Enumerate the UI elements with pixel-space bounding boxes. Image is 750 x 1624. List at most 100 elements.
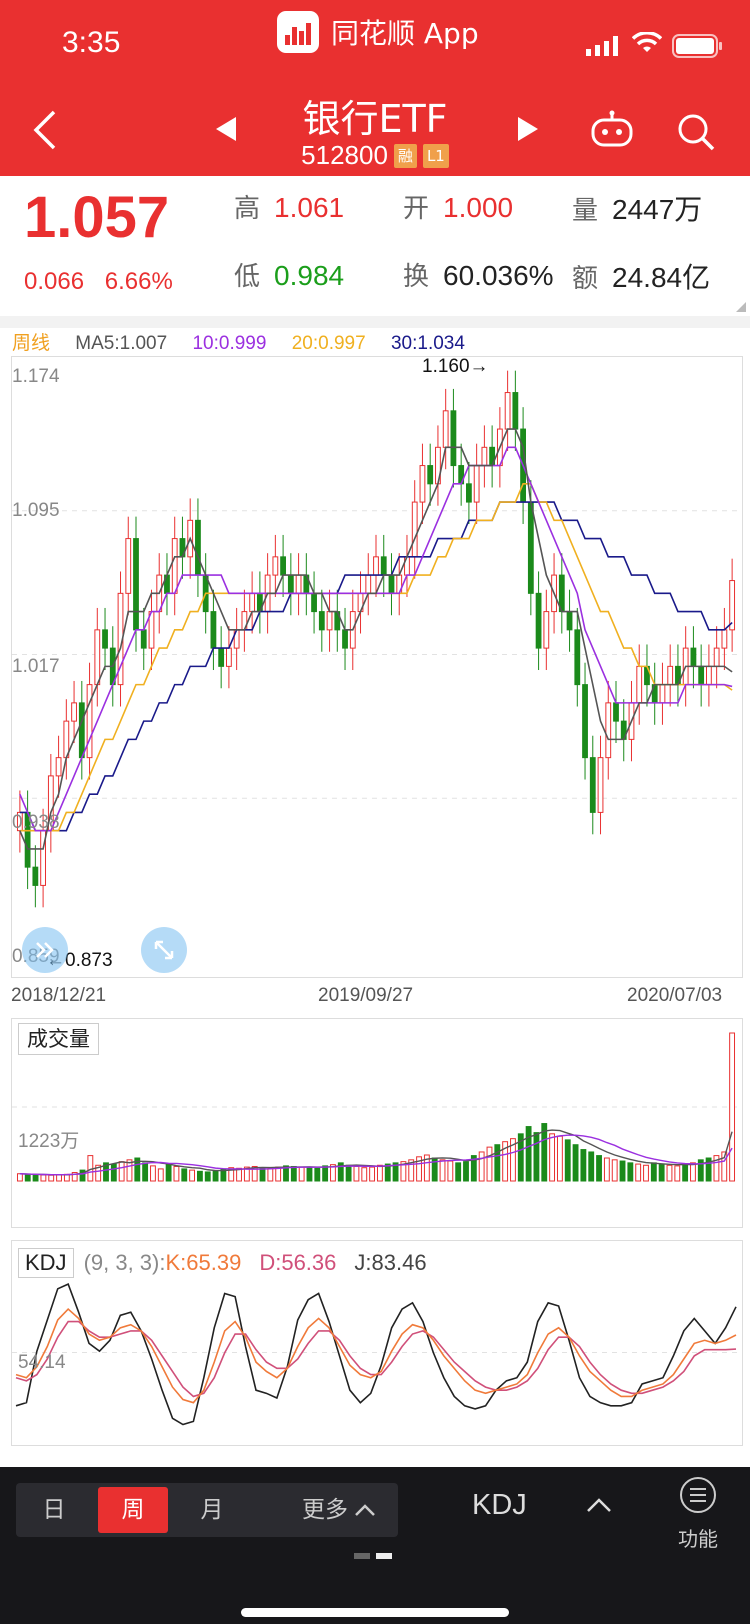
x-tick-start: 2018/12/21 [11,985,107,1006]
candle-body [71,702,77,722]
candle-body [706,665,712,686]
ma10-line [19,446,733,832]
change-value: 0.066 [24,268,85,295]
candle-body [442,410,449,448]
x-tick-mid: 2019/09/27 [318,985,414,1006]
kdj-d-line [15,1320,737,1398]
period-week-tab[interactable]: 周 [98,1487,168,1533]
volume-label: 量 [572,196,599,226]
volume-bar [118,1161,125,1182]
volume-bar [478,1151,485,1182]
volume-chart[interactable] [11,1018,743,1228]
y-tick-4: 0.938 [12,812,60,833]
kline-svg [12,370,742,908]
level-tag: L1 [422,143,449,168]
low-field: 低 0.984 [234,256,344,293]
kdj-params: (9, 3, 3): [83,1250,166,1275]
volume-bar [110,1163,117,1182]
volume-bar [580,1149,587,1182]
candle-body [32,866,39,886]
volume-bar [564,1139,571,1182]
kdj-k-label: K:65.39 [165,1250,242,1275]
volume-bar [150,1165,156,1182]
next-stock-icon[interactable] [516,116,540,142]
candle-body [589,757,596,813]
x-tick-end: 2020/07/03 [627,985,723,1006]
app-logo-icon [277,11,319,53]
volume-bar [48,1174,55,1182]
candle-body [365,574,372,594]
menu-circle-icon [680,1477,716,1513]
candle-body [218,647,225,667]
kdj-title[interactable]: KDJ [18,1248,74,1278]
volume-bar [486,1146,493,1182]
volume-bar [619,1160,626,1182]
volume-bar [729,1032,736,1182]
candle-body [698,665,705,686]
candle-body [597,757,604,813]
volume-bar [572,1144,579,1182]
volume-bar [361,1167,368,1182]
candle-body [574,629,581,686]
candle-body [326,611,333,631]
volume-bar [196,1170,203,1182]
page-indicator [354,1553,392,1559]
candle-body [512,392,519,430]
wifi-icon [632,32,662,52]
indicator-selector[interactable]: KDJ [472,1489,527,1522]
candle-body [94,629,101,686]
candle-body [388,574,395,594]
period-month-tab[interactable]: 月 [174,1483,250,1537]
robot-assistant-icon[interactable] [590,110,634,148]
high-label: 高 [234,194,261,224]
volume-bar [455,1162,462,1182]
candle-body [690,647,697,667]
volume-field: 量 2447万 [572,188,702,228]
candle-body [226,647,232,667]
volume-bar [588,1151,595,1182]
volume-bar [611,1159,618,1182]
y-tick-2: 1.095 [12,500,60,521]
kdj-y-label: 54.14 [18,1352,66,1373]
candle-body [380,556,387,576]
volume-bar [525,1126,532,1182]
period-label[interactable]: 周线 [12,333,50,354]
period-day-tab[interactable]: 日 [16,1483,92,1537]
expand-corner-icon[interactable] [736,302,746,312]
search-icon[interactable] [676,112,716,152]
low-value: 0.984 [274,260,345,291]
kdj-j-label: J:83.46 [354,1250,427,1275]
volume-svg [12,1032,742,1182]
candle-body [102,629,108,649]
volume-y-label: 1223万 [18,1131,80,1152]
candle-body [613,702,619,722]
candle-body [721,629,728,649]
kline-chart[interactable] [11,356,743,978]
amount-label: 额 [572,264,599,294]
candle-body [125,538,132,594]
candle-body [249,592,256,613]
function-button[interactable]: 功能 [668,1475,728,1552]
candle-body [527,501,534,594]
function-label: 功能 [678,1527,718,1551]
volume-bar [267,1167,274,1182]
volume-bar [463,1161,469,1182]
volume-bar [674,1165,681,1182]
indicator-chevron-up-icon[interactable] [586,1497,612,1513]
app-header: 3:35 同花顺 App 银行ETF 512800 融 L1 [0,0,750,176]
stock-code-row: 512800 融 L1 [0,140,750,171]
volume-bar [173,1165,180,1182]
volume-bar [650,1162,657,1182]
candle-body [713,647,720,667]
period-more-tab[interactable]: 更多 [284,1483,394,1537]
candle-body [481,446,488,467]
volume-bar [556,1135,563,1182]
status-app-badge[interactable]: 同花顺 App [277,11,479,53]
max-price-marker: 1.160→ [422,356,489,377]
fullscreen-button[interactable] [141,927,187,973]
section-divider [0,316,750,328]
collapse-chart-button[interactable] [22,927,68,973]
candle-body [55,757,62,777]
kdj-d-label: D:56.36 [259,1250,337,1275]
volume-bar [16,1173,23,1182]
